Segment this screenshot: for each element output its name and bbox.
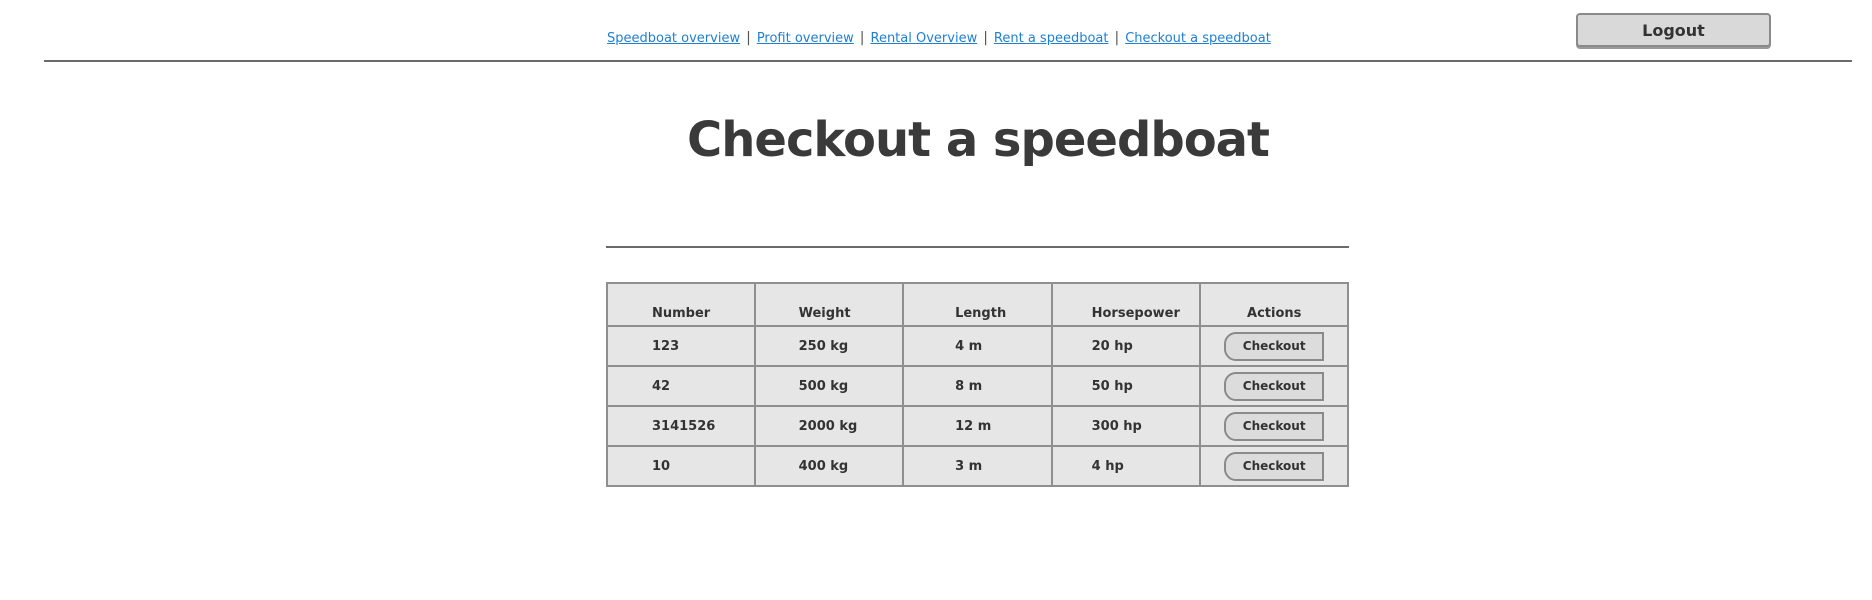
nav-link-profit-overview[interactable]: Profit overview [757,31,854,46]
cell-horsepower: 50 hp [1050,365,1202,407]
cell-number: 123 [606,325,756,367]
content-divider [606,246,1349,248]
column-header-weight: Weight [753,282,905,327]
cell-actions: Checkout [1199,325,1349,367]
cell-horsepower: 4 hp [1050,445,1202,487]
cell-actions: Checkout [1199,365,1349,407]
cell-actions: Checkout [1199,405,1349,447]
cell-weight: 500 kg [753,365,905,407]
cell-length: 4 m [902,325,1053,367]
nav-link-rent-speedboat[interactable]: Rent a speedboat [994,31,1109,46]
page-title: Checkout a speedboat [686,112,1270,168]
checkout-button[interactable]: Checkout [1224,371,1325,401]
nav-link-speedboat-overview[interactable]: Speedboat overview [607,31,740,46]
cell-weight: 400 kg [753,445,905,487]
table-row: 123 250 kg 4 m 20 hp Checkout [606,325,1349,367]
cell-weight: 2000 kg [753,405,905,447]
table-row: 3141526 2000 kg 12 m 300 hp Checkout [606,405,1349,447]
nav-link-rental-overview[interactable]: Rental Overview [871,31,978,46]
cell-number: 42 [606,365,756,407]
checkout-button[interactable]: Checkout [1224,411,1325,441]
top-nav: Speedboat overview | Profit overview | R… [607,26,1271,50]
cell-weight: 250 kg [753,325,905,367]
cell-length: 12 m [902,405,1053,447]
checkout-button[interactable]: Checkout [1224,451,1325,481]
cell-actions: Checkout [1199,445,1349,487]
speedboat-table: Number Weight Length Horsepower Actions … [606,282,1349,487]
table-row: 10 400 kg 3 m 4 hp Checkout [606,445,1349,487]
cell-number: 10 [606,445,756,487]
column-header-length: Length [902,282,1053,327]
checkout-button[interactable]: Checkout [1224,331,1325,361]
nav-separator: | [1114,30,1120,46]
column-header-number: Number [606,282,756,327]
cell-number: 3141526 [606,405,756,447]
nav-separator: | [983,30,988,46]
table-header-row: Number Weight Length Horsepower Actions [606,282,1349,327]
cell-length: 3 m [902,445,1053,487]
logout-button[interactable]: Logout [1576,13,1771,47]
column-header-actions: Actions [1199,282,1349,327]
table-row: 42 500 kg 8 m 50 hp Checkout [606,365,1349,407]
nav-link-checkout-speedboat[interactable]: Checkout a speedboat [1125,31,1271,46]
nav-separator: | [859,30,865,46]
cell-horsepower: 20 hp [1050,325,1202,367]
column-header-horsepower: Horsepower [1050,282,1202,327]
header-divider [44,60,1852,62]
nav-separator: | [746,30,751,46]
cell-length: 8 m [902,365,1053,407]
cell-horsepower: 300 hp [1050,405,1202,447]
page: Speedboat overview | Profit overview | R… [0,0,1872,600]
